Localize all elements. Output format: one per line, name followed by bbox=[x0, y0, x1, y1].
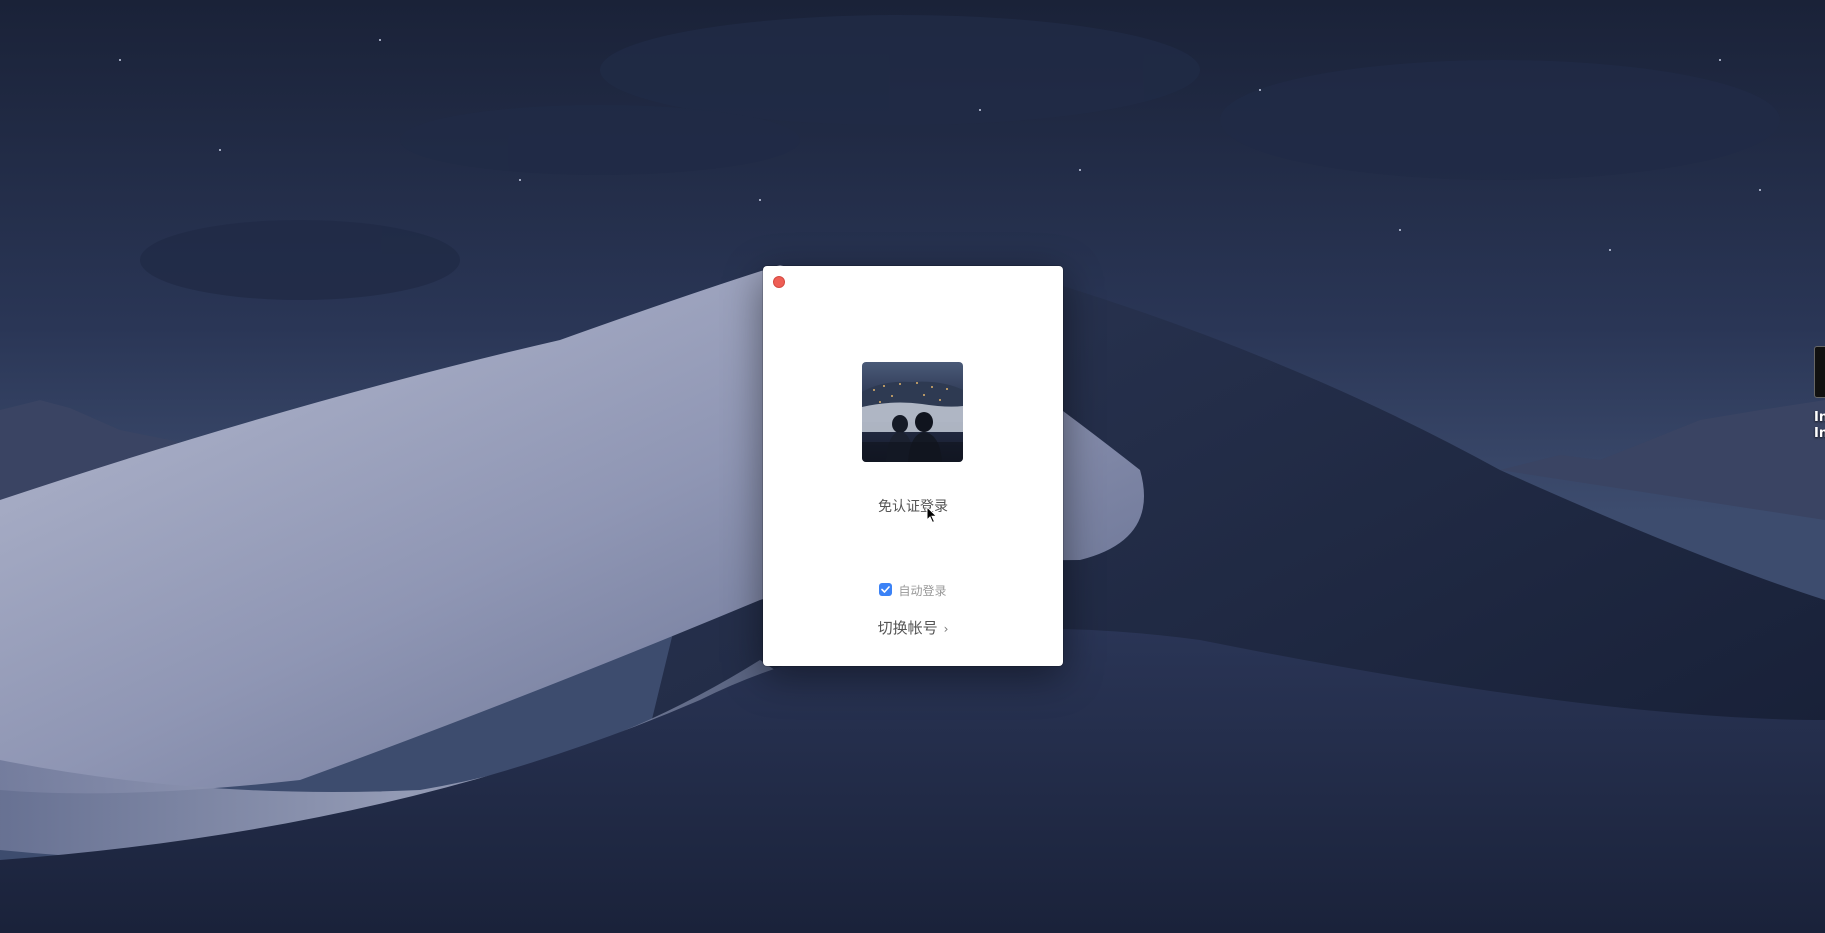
checkmark-icon bbox=[881, 586, 891, 593]
auto-login-checkbox[interactable] bbox=[879, 583, 893, 596]
desktop-icon-label: In In bbox=[1814, 410, 1825, 441]
file-thumbnail bbox=[1814, 346, 1825, 398]
switch-account-button[interactable]: 切换帐号 › bbox=[763, 617, 1063, 638]
login-window: 免认证登录 自动登录 切换帐号 › bbox=[763, 266, 1063, 666]
avatar bbox=[862, 362, 963, 462]
auto-login-label: 自动登录 bbox=[898, 584, 947, 598]
close-icon[interactable] bbox=[773, 276, 785, 288]
pointer-cursor-icon bbox=[926, 506, 938, 524]
switch-account-label: 切换帐号 bbox=[877, 619, 938, 637]
desktop-file-icon[interactable]: In In bbox=[1811, 346, 1825, 442]
chevron-right-icon: › bbox=[943, 622, 949, 636]
passwordless-login-link[interactable]: 免认证登录 bbox=[763, 496, 1063, 516]
auto-login-option[interactable]: 自动登录 bbox=[763, 582, 1063, 599]
